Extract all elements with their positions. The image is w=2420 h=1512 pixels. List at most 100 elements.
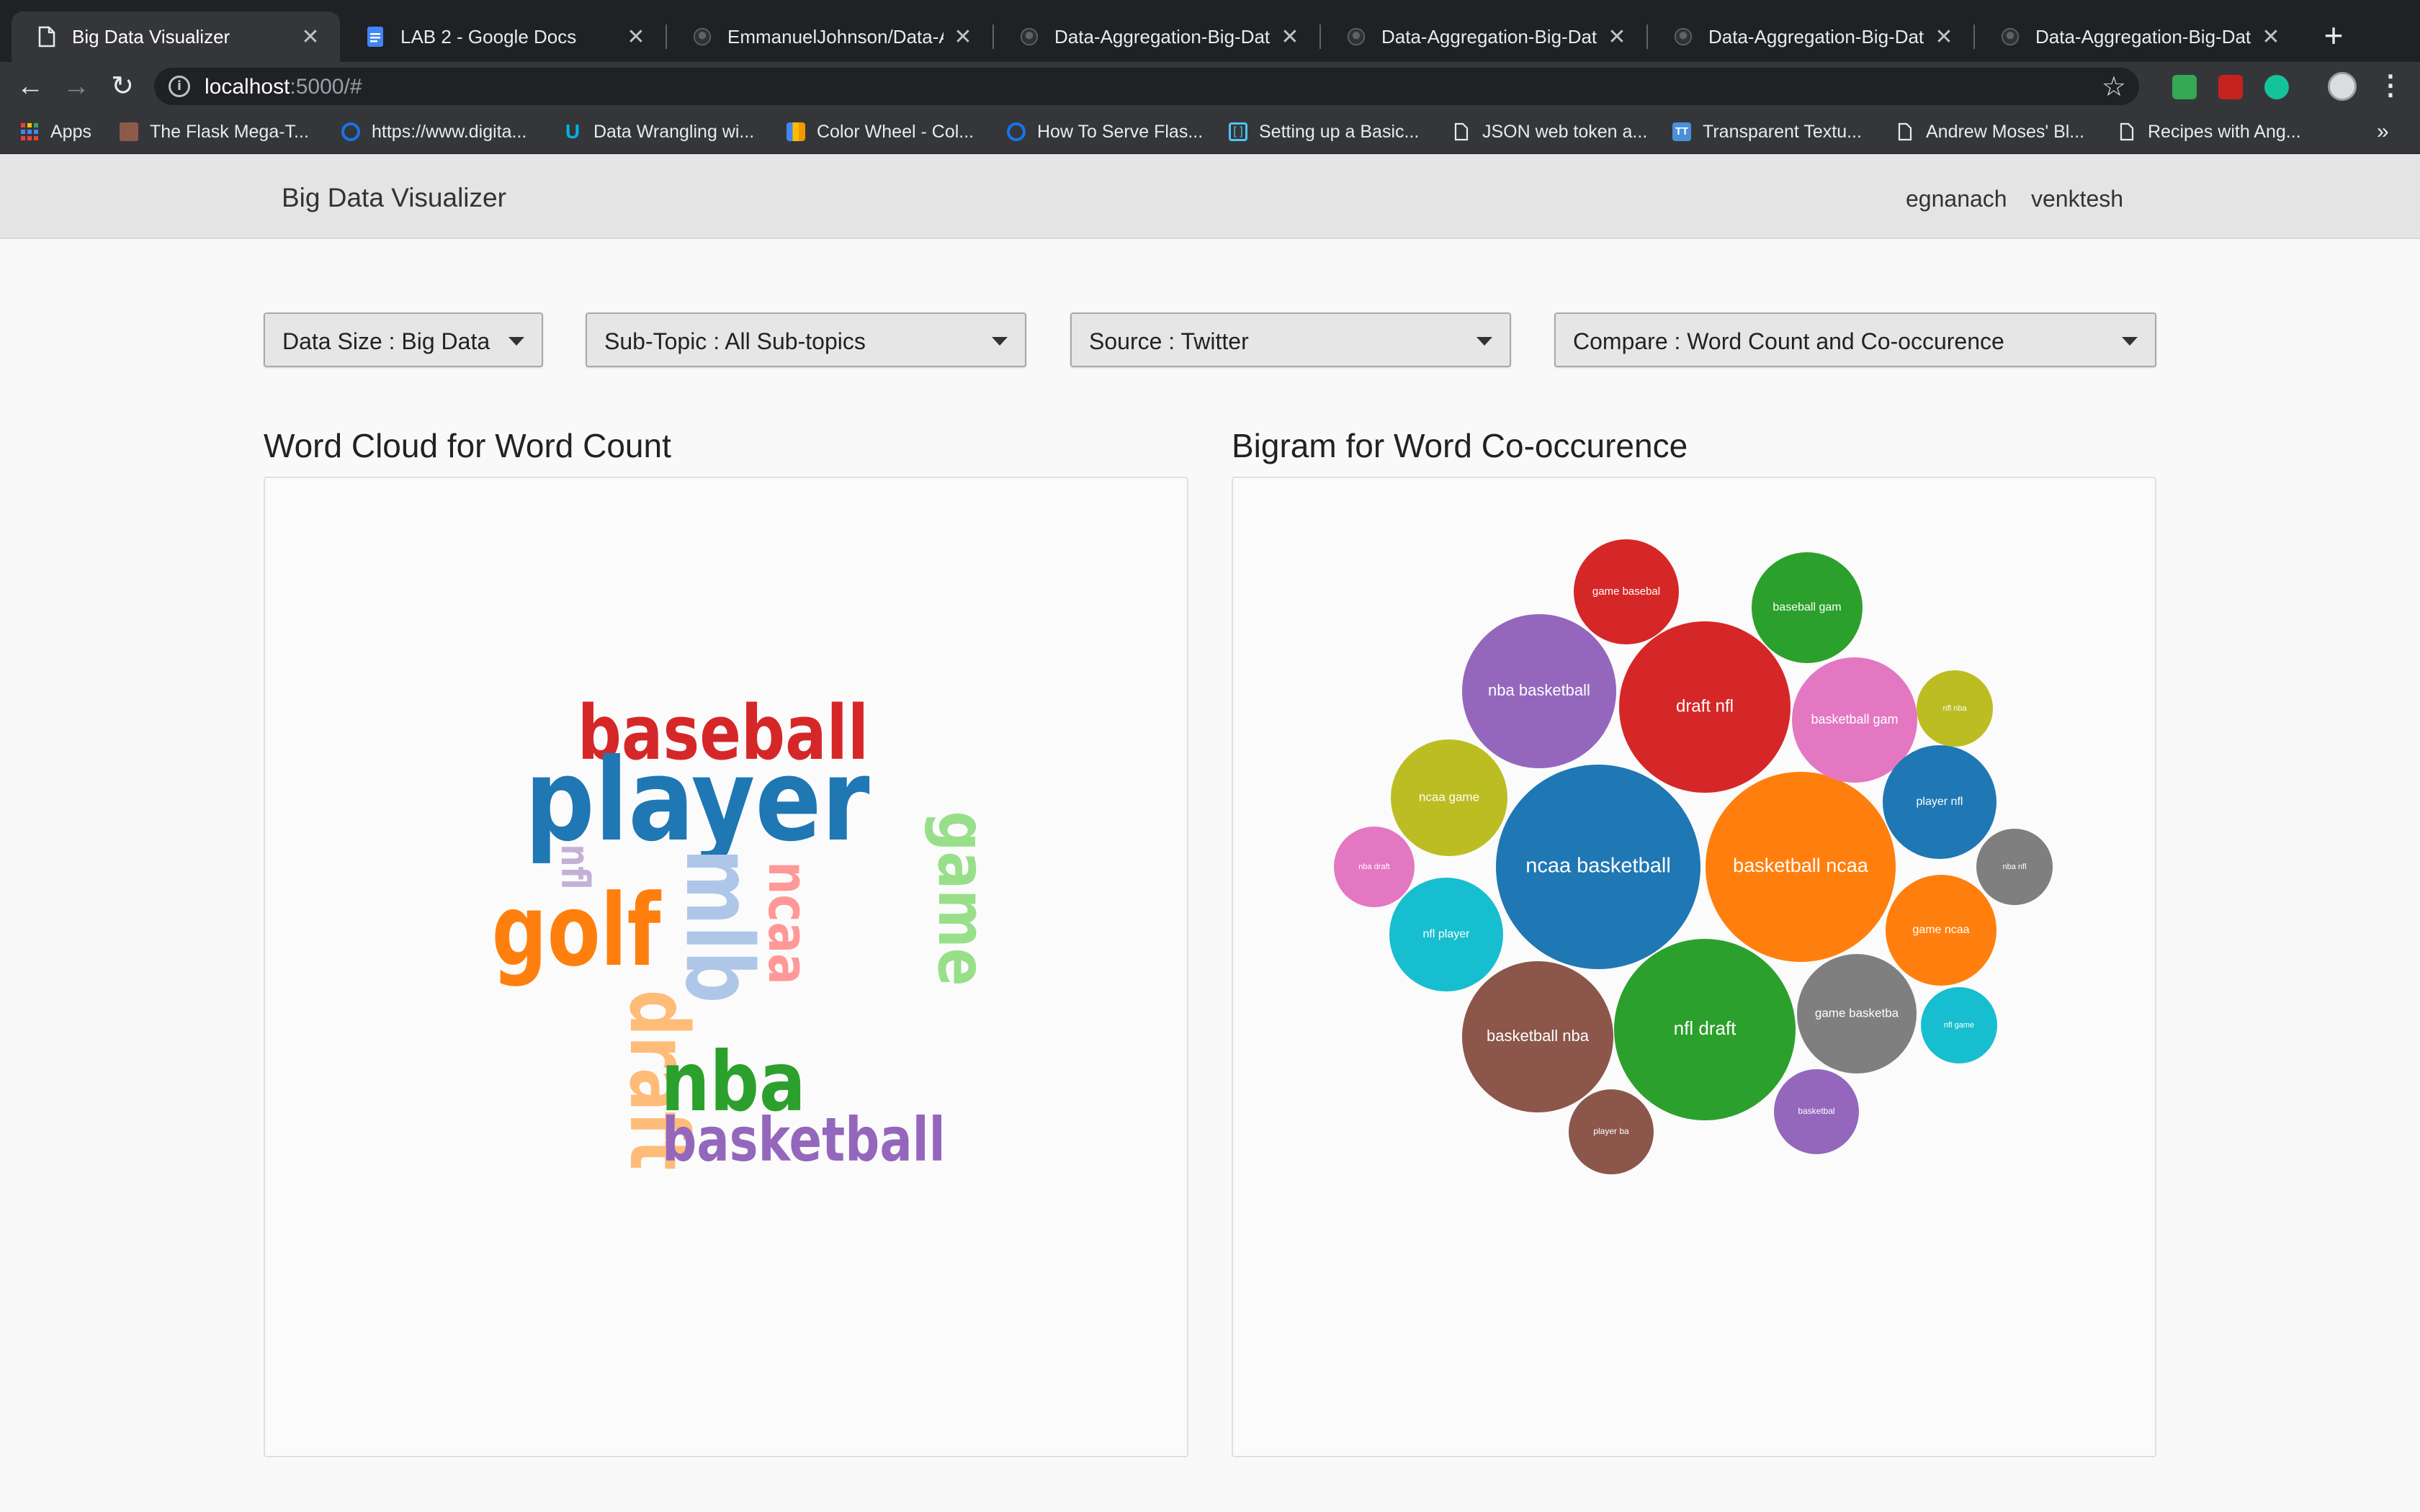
bookmark-label: Data Wrangling wi... [593,121,755,142]
bubble-label: draft nfl [1676,696,1734,716]
bookmark-data-wrangling[interactable]: U Data Wrangling wi... [563,118,754,145]
bookmark-label: Transparent Textu... [1703,121,1862,142]
bubble-basketball-nba[interactable]: basketball nba [1462,961,1613,1112]
bubble-nba-basketball[interactable]: nba basketball [1462,614,1616,768]
bubble-label: basketball nba [1487,1027,1590,1045]
bubble-label: player ba [1593,1126,1629,1136]
page-icon [1454,122,1469,141]
extension-pdf-icon[interactable] [2218,75,2243,99]
github-icon [2001,27,2020,46]
bubble-basketbal[interactable]: basketbal [1774,1069,1859,1154]
more-menu-icon[interactable]: ⋮ [2377,68,2404,104]
bookmark-setting-up-basic[interactable]: [ ] Setting up a Basic... [1229,118,1419,145]
bubble-label: game basebal [1592,585,1660,598]
source-dropdown[interactable]: Source : Twitter [1070,312,1511,367]
bookmark-label: JSON web token a... [1482,121,1648,142]
bubble-nfl-game[interactable]: nfl game [1921,987,1997,1063]
bubble-game-basebal[interactable]: game basebal [1574,539,1679,644]
forward-arrow-icon[interactable]: → [56,66,97,107]
bookmark-digitalocean[interactable]: https://www.digita... [341,118,526,145]
digitalocean-icon [341,122,360,141]
compare-dropdown[interactable]: Compare : Word Count and Co-occurence [1554,312,2156,367]
bubble-player-nfl[interactable]: player nfl [1883,745,1996,859]
github-icon [1020,27,1039,46]
bubble-nba-nfl[interactable]: nba nfl [1976,829,2053,905]
bubble-ncaa-game[interactable]: ncaa game [1391,739,1507,856]
bracket-icon: [ ] [1229,122,1247,141]
bookmark-label: Color Wheel - Col... [817,121,974,142]
page-icon [38,26,55,48]
bookmark-apps[interactable]: Apps [20,118,91,145]
caret-down-icon [508,337,524,346]
bubble-label: ncaa game [1419,790,1479,804]
reload-icon[interactable]: ↻ [102,66,143,107]
bubble-label: nba nfl [2002,863,2026,871]
google-docs-icon [367,27,383,47]
close-icon[interactable]: ✕ [1606,24,1628,50]
bookmark-star-icon[interactable]: ☆ [2102,71,2126,103]
close-icon[interactable]: ✕ [2260,24,2282,50]
bookmark-recipes-angular[interactable]: Recipes with Ang... [2118,118,2301,145]
close-icon[interactable]: ✕ [625,24,647,50]
tab-big-data-visualizer[interactable]: Big Data Visualizer ✕ [12,12,340,62]
cloud-word-game: game [923,811,1000,986]
tab-google-docs[interactable]: LAB 2 - Google Docs ✕ [340,12,666,62]
bubble-label: nba basketball [1488,681,1590,699]
grammarly-icon[interactable] [2264,75,2289,99]
tab-github-5[interactable]: Data-Aggregation-Big-Data- ✕ [1975,12,2300,62]
bubble-ncaa-basketball[interactable]: ncaa basketball [1496,765,1700,969]
bubble-game-ncaa[interactable]: game ncaa [1886,875,1996,986]
extension-mail-icon[interactable] [2172,75,2197,99]
bubble-label: game basketba [1815,1006,1899,1020]
dropdown-label: Data Size : Big Data [282,328,490,354]
close-icon[interactable]: ✕ [300,24,321,50]
close-icon[interactable]: ✕ [1279,24,1301,50]
sub-topic-dropdown[interactable]: Sub-Topic : All Sub-topics [586,312,1026,367]
bookmark-andrew-moses[interactable]: Andrew Moses' Bl... [1896,118,2084,145]
bookmark-label: The Flask Mega-T... [150,121,309,142]
bookmark-json-web-token[interactable]: JSON web token a... [1452,118,1647,145]
chevron-right-double-icon[interactable]: » [2377,120,2389,144]
back-arrow-icon[interactable]: ← [10,66,50,107]
bubble-player-ba[interactable]: player ba [1569,1089,1654,1174]
bookmark-transparent-textures[interactable]: TT Transparent Textu... [1672,118,1862,145]
digitalocean-icon [1007,122,1026,141]
bubble-basketball-ncaa[interactable]: basketball ncaa [1706,772,1896,962]
bookmark-serve-flask[interactable]: How To Serve Flas... [1007,118,1203,145]
word-cloud-panel: baseball player game golf nfl mlb ncaa d… [264,477,1188,1457]
github-icon [1347,27,1366,46]
bubble-nfl-nba[interactable]: nfl nba [1917,670,1993,747]
bubble-nfl-player[interactable]: nfl player [1389,878,1503,991]
bookmark-color-wheel[interactable]: Color Wheel - Col... [786,118,974,145]
bookmark-label: Apps [50,121,91,142]
tab-title: Data-Aggregation-Big-Data- [1054,25,1270,48]
data-size-dropdown[interactable]: Data Size : Big Data [264,312,543,367]
tab-github-3[interactable]: Data-Aggregation-Big-Data- ✕ [1321,12,1646,62]
nav-link-venktesh[interactable]: venktesh [2031,186,2123,212]
udacity-icon: U [565,120,581,143]
profile-avatar-icon[interactable] [2328,72,2357,101]
bubble-game-basketba[interactable]: game basketba [1797,954,1917,1074]
bubble-nfl-draft[interactable]: nfl draft [1614,939,1796,1120]
bigram-panel: ncaa basketball basketball ncaa nfl draft d… [1232,477,2156,1457]
info-icon[interactable]: i [169,76,190,97]
bubble-label: basketball gam [1811,712,1898,726]
close-icon[interactable]: ✕ [952,24,974,50]
cloud-word-nfl: nfl [552,845,598,890]
bubble-draft-nfl[interactable]: draft nfl [1619,621,1791,793]
caret-down-icon [992,337,1008,346]
bubble-baseball-gam[interactable]: baseball gam [1752,552,1863,663]
brand-title[interactable]: Big Data Visualizer [282,183,506,213]
tab-github-1[interactable]: EmmanuelJohnson/Data-Agg ✕ [667,12,992,62]
bubble-nba-draft[interactable]: nba draft [1334,827,1415,907]
bookmark-label: Recipes with Ang... [2148,121,2301,142]
address-bar[interactable]: i localhost:5000/# ☆ [154,68,2139,105]
cloud-word-ncaa: ncaa [756,861,820,984]
url-host: localhost [205,75,290,99]
tab-github-2[interactable]: Data-Aggregation-Big-Data- ✕ [994,12,1319,62]
new-tab-plus-icon[interactable]: + [2313,16,2354,56]
tab-github-4[interactable]: Data-Aggregation-Big-Data- ✕ [1648,12,1973,62]
close-icon[interactable]: ✕ [1933,24,1955,50]
nav-link-egnanach[interactable]: egnanach [1906,186,2007,212]
bookmark-flask-mega-tutorial[interactable]: The Flask Mega-T... [120,118,309,145]
